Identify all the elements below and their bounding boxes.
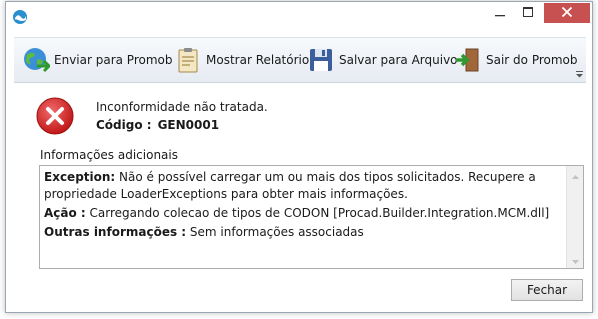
overflow-chevron-icon[interactable] — [576, 71, 583, 80]
action-label: Ação : — [44, 206, 86, 220]
vertical-scrollbar[interactable] — [566, 166, 583, 268]
save-to-file-button[interactable]: Salvar para Arquivo — [307, 42, 458, 78]
clipboard-report-icon — [174, 46, 202, 74]
maximize-icon — [523, 6, 533, 20]
exit-promob-button[interactable]: Sair do Promob — [454, 42, 578, 78]
error-dialog-window: Enviar para Promob Mostrar Relatório Sal… — [5, 1, 593, 313]
scroll-up-icon — [572, 168, 579, 182]
other-info-text: Sem informações associadas — [189, 225, 364, 239]
info-text: Exception: Não é possível carregar um ou… — [44, 169, 564, 243]
scroll-up-button[interactable] — [567, 166, 584, 183]
wave-logo-icon — [12, 9, 28, 25]
scroll-down-icon — [572, 253, 579, 267]
maximize-button[interactable] — [514, 3, 542, 23]
additional-info-label: Informações adicionais — [40, 148, 178, 162]
exit-door-icon — [454, 46, 482, 74]
send-to-promob-label: Enviar para Promob — [54, 53, 173, 67]
toolbar: Enviar para Promob Mostrar Relatório Sal… — [14, 37, 586, 83]
save-to-file-label: Salvar para Arquivo — [339, 53, 458, 67]
exception-label: Exception: — [44, 170, 116, 184]
show-report-button[interactable]: Mostrar Relatório — [174, 42, 309, 78]
close-button[interactable]: Fechar — [511, 279, 583, 301]
action-text: Carregando colecao de tipos de CODON [Pr… — [89, 206, 550, 220]
scroll-down-button[interactable] — [567, 251, 584, 268]
error-x-icon — [35, 96, 75, 136]
title-bar[interactable] — [6, 2, 592, 32]
error-code: Código : GEN0001 — [96, 118, 219, 132]
globe-send-icon — [22, 46, 53, 74]
action-line: Ação : Carregando colecao de tipos de CO… — [44, 205, 564, 222]
minimize-button[interactable] — [486, 3, 514, 23]
other-info-label: Outras informações : — [44, 225, 187, 239]
additional-info-textbox[interactable]: Exception: Não é possível carregar um ou… — [39, 165, 584, 269]
send-to-promob-button[interactable]: Enviar para Promob — [22, 42, 172, 78]
minimize-icon — [495, 6, 505, 20]
floppy-disk-icon — [307, 46, 335, 74]
exception-text: Não é possível carregar um ou mais dos t… — [44, 170, 536, 201]
error-code-label: Código : — [96, 118, 152, 132]
exception-line: Exception: Não é possível carregar um ou… — [44, 169, 564, 203]
error-code-value: GEN0001 — [157, 118, 220, 132]
close-icon — [561, 6, 573, 21]
show-report-label: Mostrar Relatório — [206, 53, 310, 67]
other-info-line: Outras informações : Sem informações ass… — [44, 224, 564, 241]
close-window-button[interactable] — [544, 3, 590, 23]
exit-promob-label: Sair do Promob — [486, 53, 578, 67]
error-message: Inconformidade não tratada. — [96, 100, 268, 114]
